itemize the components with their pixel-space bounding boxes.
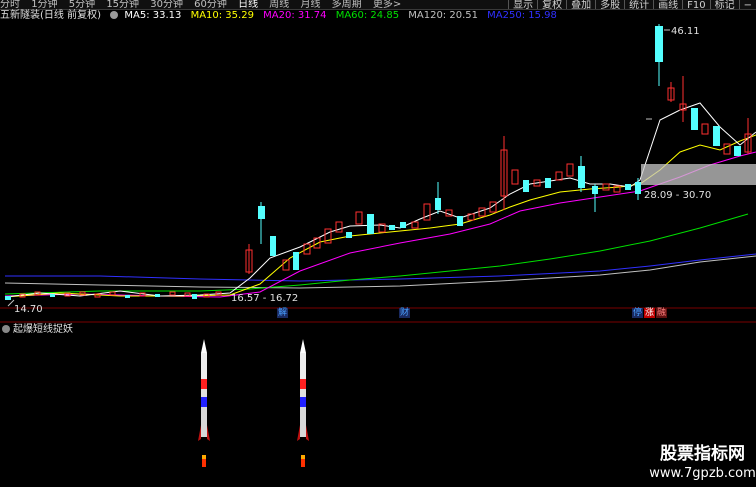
badge-margin[interactable]: 融	[656, 308, 668, 318]
candle	[109, 291, 116, 296]
candle	[400, 222, 406, 228]
ma10-line	[4, 134, 756, 298]
candle	[523, 180, 529, 192]
candle	[511, 169, 519, 185]
watermark: 股票指标网 www.7gpzb.com	[649, 443, 756, 487]
indicator-title: 起爆短线捉妖	[2, 323, 73, 337]
candle	[79, 291, 86, 296]
candle	[602, 183, 610, 191]
candle	[346, 232, 352, 238]
candle	[411, 221, 419, 229]
candle	[355, 211, 363, 225]
candle	[50, 294, 55, 297]
range-label-1: 16.57 - 16.72	[231, 293, 298, 304]
ma250-line	[5, 253, 756, 282]
candles	[5, 24, 752, 300]
rocket-signal-1	[198, 339, 210, 467]
ma60-line	[4, 213, 749, 295]
candle	[258, 206, 265, 219]
candle	[555, 171, 563, 181]
candle	[691, 108, 698, 130]
candle	[625, 184, 631, 190]
candle	[435, 198, 441, 210]
indicator-name: 起爆短线捉妖	[13, 324, 73, 335]
candle	[5, 296, 11, 300]
watermark-url: www.7gpzb.com	[649, 466, 756, 481]
candle	[457, 216, 463, 226]
ma120-line	[4, 255, 756, 289]
candle	[335, 221, 343, 233]
range-label-2: 28.09 - 30.70	[644, 190, 711, 201]
candle	[713, 126, 720, 146]
candle	[592, 186, 598, 194]
low-price-label: 14.70	[14, 304, 43, 315]
badge-limit-up[interactable]: 涨	[644, 308, 656, 318]
candle	[635, 182, 641, 194]
candle	[655, 26, 663, 62]
candle	[734, 146, 741, 156]
candle	[566, 163, 574, 177]
candle	[423, 203, 431, 221]
watermark-title: 股票指标网	[660, 444, 745, 464]
candle	[367, 214, 374, 234]
rocket-signal-2	[297, 339, 309, 467]
high-price-label: 46.11	[671, 26, 700, 37]
candle	[478, 207, 486, 217]
candle	[184, 292, 191, 297]
candle	[155, 294, 160, 297]
candle	[192, 294, 197, 299]
kline-chart[interactable]: 46.11 14.70 16.57 - 16.72 28.09 - 30.70	[0, 0, 756, 487]
candle	[293, 252, 299, 270]
badge-finance[interactable]: 财	[399, 308, 411, 318]
candle	[94, 293, 101, 298]
candle	[701, 123, 709, 135]
candle	[578, 166, 585, 188]
badge-unlock[interactable]: 解	[277, 308, 289, 318]
candle	[389, 225, 395, 230]
price-range-box	[641, 164, 756, 185]
candle	[270, 236, 276, 256]
candle	[545, 178, 551, 188]
candle	[169, 291, 176, 296]
badge-suspend[interactable]: 停	[632, 308, 644, 318]
candle	[125, 295, 130, 298]
indicator-settings-dot-icon[interactable]	[2, 325, 10, 333]
